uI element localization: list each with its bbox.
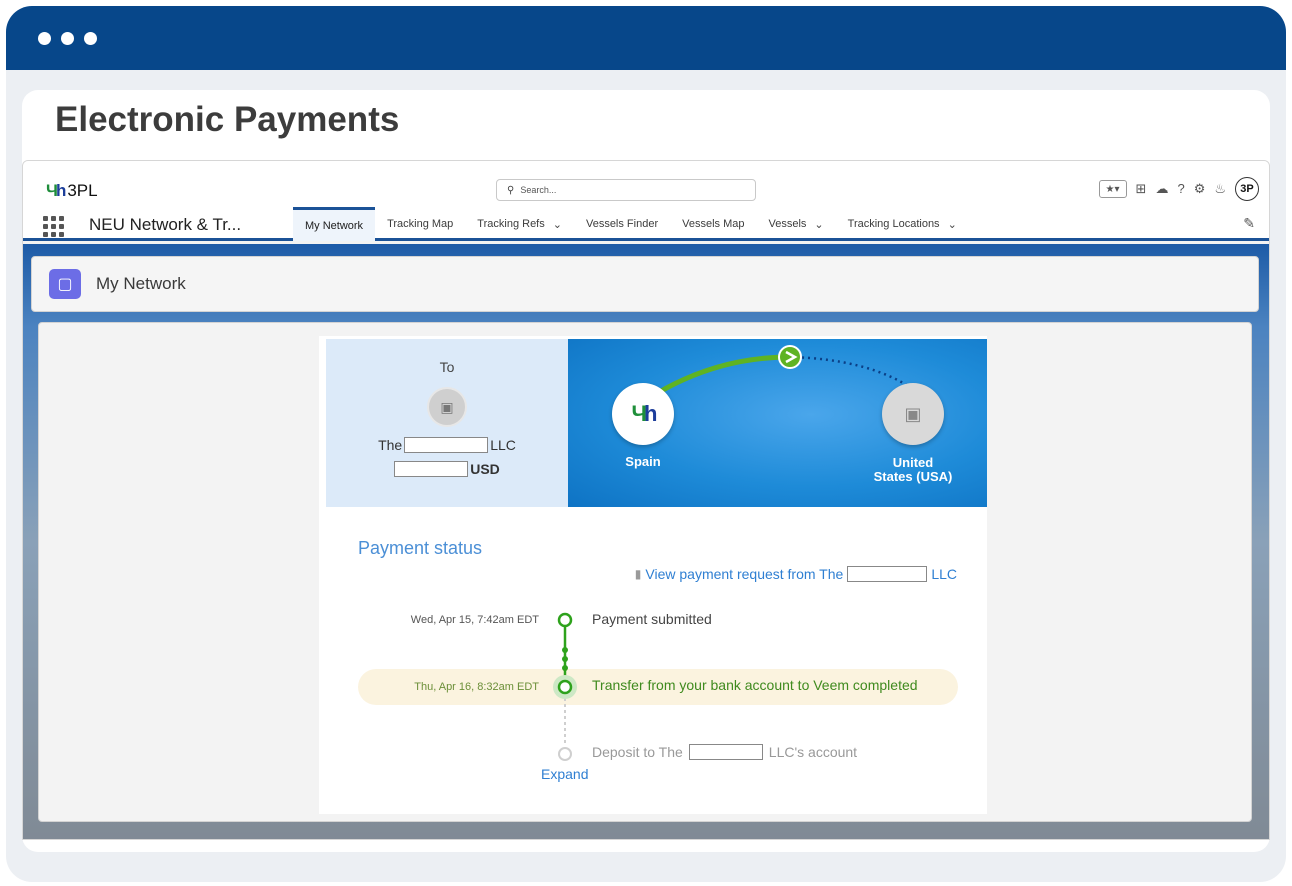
tab-label: Tracking Locations	[847, 218, 940, 230]
chevron-down-icon[interactable]: ⌄	[553, 218, 562, 231]
window-dot-close[interactable]	[38, 32, 51, 45]
avatar[interactable]: 3P	[1235, 177, 1259, 201]
step-text-prefix: Deposit to The	[592, 744, 683, 760]
tab-vessels-map[interactable]: Vessels Map	[670, 207, 756, 241]
search-icon: ⚲	[507, 184, 515, 196]
pencil-icon[interactable]: ✎	[1243, 215, 1255, 232]
page-title: Electronic Payments	[55, 100, 400, 139]
tab-label: My Network	[305, 219, 364, 232]
timeline-track	[553, 612, 577, 761]
window-dot-maximize[interactable]	[84, 32, 97, 45]
tab-label: Vessels	[768, 218, 807, 230]
tab-label: Vessels Finder	[585, 218, 659, 230]
link-text-prefix: View payment request from The	[645, 566, 844, 582]
logo-icon: Чh	[46, 181, 66, 200]
payment-timeline: Wed, Apr 15, 7:42am EDT Payment submitte…	[319, 606, 987, 806]
briefcase-icon: ▣	[427, 387, 467, 427]
trailhead-icon[interactable]: ☁	[1155, 181, 1168, 197]
origin-logo-icon: Чh	[612, 383, 674, 445]
payment-amount: USD	[326, 461, 568, 477]
tab-vessels-finder[interactable]: Vessels Finder	[574, 207, 670, 241]
page-header: ▢ My Network	[31, 256, 1259, 312]
recipient-panel: To ▣ The LLC USD	[326, 339, 568, 507]
recipient-name: The LLC	[326, 437, 568, 453]
logo-text: 3PL	[67, 181, 98, 200]
veem-payment-widget: To ▣ The LLC USD Ч h ▣ Spain United Stat…	[319, 336, 987, 814]
window-controls	[38, 32, 97, 45]
redacted-amount	[394, 461, 469, 477]
search-placeholder: Search...	[520, 185, 557, 195]
step-text: Transfer from your bank account to Veem …	[592, 677, 918, 693]
chevron-down-icon[interactable]: ⌄	[814, 218, 823, 231]
window-dot-minimize[interactable]	[61, 32, 74, 45]
tab-label: Tracking Map	[387, 218, 454, 230]
origin-label: Spain	[625, 454, 661, 469]
global-header: Чh 3PL ⚲ Search... ★▾ ⊞ ☁ ? ⚙ ♨ 3P	[23, 161, 1269, 207]
briefcase-icon: ▣	[882, 383, 944, 445]
tab-tracking-refs[interactable]: Tracking Refs ⌄	[465, 207, 574, 241]
tab-vessels[interactable]: Vessels ⌄	[757, 207, 836, 241]
tab-my-network[interactable]: My Network	[293, 207, 376, 241]
app-name: NEU Network & Tr...	[89, 215, 242, 234]
redacted-box	[404, 437, 489, 453]
step-text: Payment submitted	[592, 611, 712, 627]
expand-link[interactable]: Expand	[541, 766, 588, 782]
bell-icon[interactable]: ♨	[1214, 181, 1226, 197]
gear-icon[interactable]: ⚙	[1194, 181, 1206, 197]
tab-tracking-locations[interactable]: Tracking Locations ⌄	[836, 207, 969, 241]
tab-tracking-map[interactable]: Tracking Map	[375, 207, 465, 241]
page-header-title: My Network	[96, 274, 186, 293]
salesforce-app: Чh 3PL ⚲ Search... ★▾ ⊞ ☁ ? ⚙ ♨ 3P NEU N…	[22, 160, 1270, 840]
document-icon: ▮	[634, 567, 642, 581]
chevron-down-icon[interactable]: ⌄	[948, 218, 957, 231]
nav-tabs: My Network Tracking Map Tracking Refs ⌄ V…	[293, 207, 969, 241]
currency-label: USD	[470, 461, 500, 477]
tab-label: Vessels Map	[682, 218, 745, 230]
tab-label: Tracking Refs	[477, 218, 545, 230]
navigation-bar: NEU Network & Tr... My Network Tracking …	[23, 207, 1269, 241]
recipient-name-suffix: LLC	[490, 437, 516, 453]
utility-icons: ★▾ ⊞ ☁ ? ⚙ ♨ 3P	[1098, 177, 1259, 201]
recipient-name-prefix: The	[378, 437, 403, 453]
app-launcher-icon[interactable]	[43, 216, 64, 237]
favorites-star-icon[interactable]: ★▾	[1098, 180, 1127, 198]
add-icon[interactable]: ⊞	[1136, 181, 1147, 197]
payment-status-title: Payment status	[358, 538, 483, 558]
step-text-suffix: LLC's account	[768, 744, 858, 760]
link-text-suffix: LLC	[931, 566, 957, 582]
monitor-icon: ▢	[49, 269, 81, 299]
route-map: Чh ▣ Spain United States (USA)	[568, 339, 987, 507]
app-logo[interactable]: Чh 3PL	[46, 181, 98, 201]
destination-label: United States (USA)	[873, 455, 953, 484]
step-date: Thu, Apr 16, 8:32am EDT	[414, 681, 539, 693]
redacted-box	[688, 744, 763, 760]
global-search-input[interactable]: ⚲ Search...	[496, 179, 756, 201]
content-card: Electronic Payments Чh 3PL ⚲ Search... ★…	[22, 90, 1270, 852]
step-date: Wed, Apr 15, 7:42am EDT	[410, 614, 539, 626]
help-icon[interactable]: ?	[1177, 181, 1184, 197]
step-text: Deposit to The LLC's account	[592, 744, 857, 760]
to-label: To	[439, 359, 455, 375]
redacted-box	[847, 566, 928, 582]
browser-frame: Electronic Payments Чh 3PL ⚲ Search... ★…	[6, 6, 1286, 882]
window-titlebar	[6, 6, 1286, 70]
view-payment-request-link[interactable]: ▮ View payment request from The LLC	[635, 566, 957, 582]
